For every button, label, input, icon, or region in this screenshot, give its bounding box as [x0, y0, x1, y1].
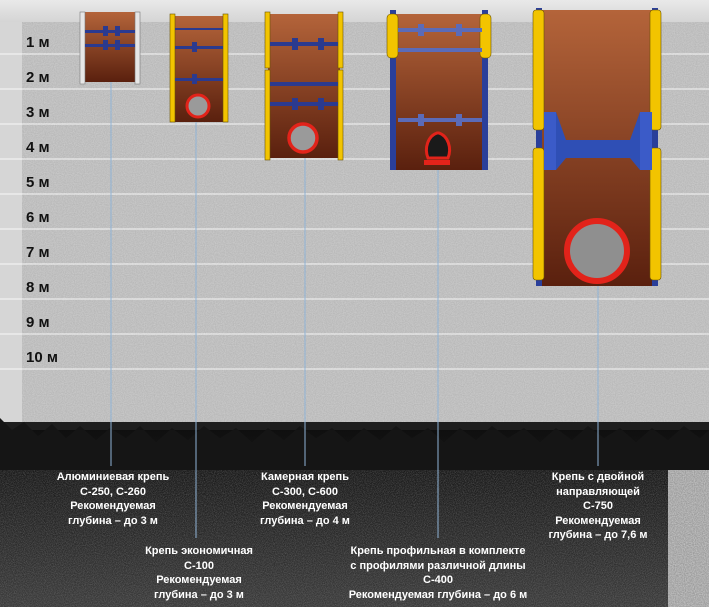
caption-economy: Крепь экономичная С-100 Рекомендуемая гл…	[124, 544, 274, 602]
caption-line: Рекомендуемая глубина – до 6 м	[348, 588, 528, 601]
caption-line: С-100	[184, 559, 214, 572]
trench-economy	[169, 13, 229, 123]
depth-label: 10 м	[26, 349, 58, 366]
caption-line: глубина – до 4 м	[260, 514, 350, 527]
depth-label: 1 м	[26, 34, 50, 51]
depth-label: 4 м	[26, 139, 50, 156]
depth-label: 3 м	[26, 104, 50, 121]
trench-shoring-diagram: 1 м 2 м 3 м 4 м 5 м 6 м 7 м 8 м 9 м 10 м Алюминие…	[0, 0, 709, 607]
caption-line: направляющей	[556, 485, 640, 498]
caption-chamber: Камерная крепь С-300, С-600 Рекомендуема…	[230, 470, 380, 528]
gravel-block-texture	[668, 470, 709, 607]
caption-line: глубина – до 7,6 м	[548, 529, 648, 541]
caption-line: с профилями различной длины	[350, 559, 526, 572]
caption-line: С-400	[423, 574, 453, 586]
caption-line: Рекомендуемая	[262, 500, 348, 512]
depth-label: 6 м	[26, 209, 50, 226]
caption-line: Рекомендуемая	[70, 500, 156, 512]
caption-profile: Крепь профильная в комплекте с профилями…	[338, 544, 538, 602]
caption-line: С-250, С-260	[79, 485, 147, 498]
caption-line: Рекомендуемая	[555, 514, 641, 527]
depth-label: 5 м	[26, 174, 50, 191]
depth-label: 8 м	[26, 279, 50, 296]
caption-line: С-750	[583, 500, 613, 512]
caption-line: С-300, С-600	[271, 485, 339, 498]
caption-line: глубина – до 3 м	[154, 588, 244, 601]
trench-chamber	[264, 11, 344, 161]
trench-aluminium	[79, 11, 141, 85]
caption-line: Крепь профильная в комплекте	[350, 545, 526, 557]
trench-profile	[386, 10, 492, 170]
rough-soil-edge	[0, 418, 709, 470]
depth-scale-strip	[0, 22, 22, 422]
caption-line: глубина – до 3 м	[68, 514, 158, 527]
trench-double-guide	[532, 8, 662, 286]
caption-line: Камерная крепь	[261, 471, 349, 483]
depth-label: 2 м	[26, 69, 50, 86]
depth-label: 7 м	[26, 244, 50, 261]
caption-line: Крепь экономичная	[145, 545, 253, 557]
caption-aluminium: Алюминиевая крепь С-250, С-260 Рекоменду…	[38, 470, 188, 528]
caption-line: Крепь с двойной	[551, 471, 645, 483]
caption-line: Рекомендуемая	[156, 574, 242, 586]
caption-line: Алюминиевая крепь	[56, 471, 170, 483]
caption-double-guide: Крепь с двойной направляющей С-750 Реком…	[528, 470, 668, 543]
depth-label: 9 м	[26, 314, 50, 331]
